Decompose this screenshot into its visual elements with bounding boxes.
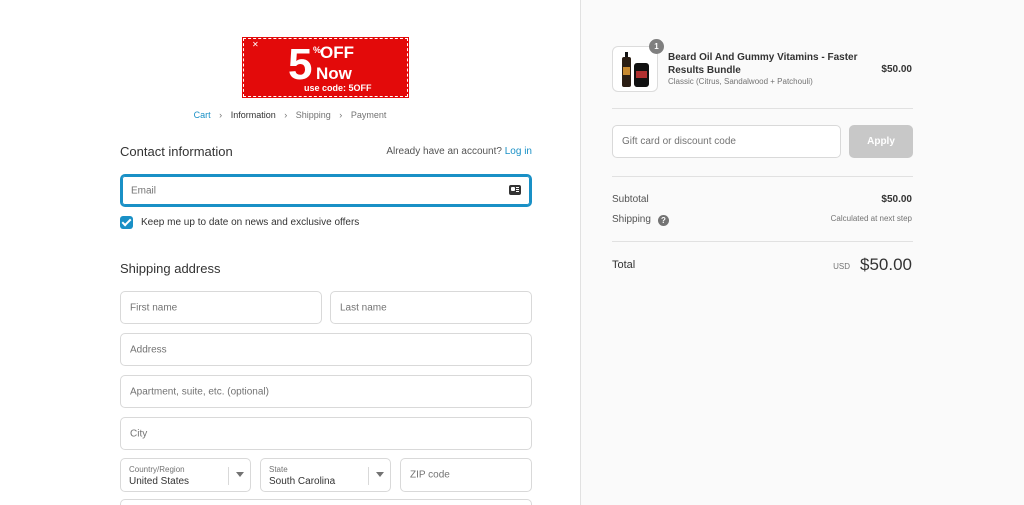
product-image — [612, 46, 658, 92]
city-field[interactable]: City — [120, 417, 532, 450]
breadcrumb-cart[interactable]: Cart — [194, 110, 211, 120]
zip-placeholder: ZIP code — [410, 469, 450, 481]
shipping-section-title: Shipping address — [120, 261, 221, 276]
apply-button[interactable]: Apply — [849, 125, 913, 158]
country-label: Country/Region — [129, 465, 185, 474]
checkout-main-panel: ✕ 5 % OFF Now use code: 5OFF Cart › Info… — [0, 0, 580, 505]
chevron-right-icon: › — [284, 110, 288, 120]
breadcrumb: Cart › Information › Shipping › Payment — [0, 110, 580, 120]
contact-section-title: Contact information — [120, 144, 233, 159]
product-variant: Classic (Citrus, Sandalwood + Patchouli) — [668, 77, 813, 86]
login-hint: Already have an account? Log in — [386, 146, 532, 157]
account-prompt: Already have an account? — [386, 146, 502, 157]
email-placeholder: Email — [131, 185, 157, 196]
login-link[interactable]: Log in — [505, 146, 532, 157]
breadcrumb-information: Information — [230, 110, 276, 120]
address-field[interactable]: Address — [120, 333, 532, 366]
divider — [612, 176, 913, 177]
phone-field[interactable] — [120, 499, 532, 505]
newsletter-label: Keep me up to date on news and exclusive… — [141, 217, 360, 228]
zip-field[interactable]: ZIP code — [400, 458, 532, 492]
last-name-field[interactable]: Last name — [330, 291, 532, 324]
total-amount: $50.00 — [860, 255, 912, 274]
vitamin-bottle-image — [634, 63, 649, 87]
email-field[interactable]: Email — [120, 174, 532, 207]
city-placeholder: City — [130, 428, 148, 439]
breadcrumb-shipping: Shipping — [295, 110, 331, 120]
subtotal-label: Subtotal — [612, 194, 649, 205]
currency-code: USD — [833, 262, 850, 271]
help-icon[interactable]: ? — [658, 215, 669, 226]
divider — [612, 108, 913, 109]
promo-code: use code: 5OFF — [304, 83, 372, 93]
apartment-field[interactable]: Apartment, suite, etc. (optional) — [120, 375, 532, 408]
country-value: United States — [129, 476, 190, 487]
discount-placeholder: Gift card or discount code — [622, 136, 736, 147]
promo-off: OFF — [320, 43, 354, 62]
sparkle-icon: ✕ — [252, 40, 259, 49]
promo-banner: ✕ 5 % OFF Now use code: 5OFF — [242, 37, 409, 98]
apartment-placeholder: Apartment, suite, etc. (optional) — [130, 386, 269, 397]
last-name-placeholder: Last name — [340, 302, 387, 313]
breadcrumb-payment: Payment — [350, 110, 387, 120]
country-select[interactable]: Country/Region United States — [120, 458, 251, 492]
product-price: $50.00 — [881, 64, 912, 75]
shipping-value: Calculated at next step — [830, 214, 912, 223]
address-placeholder: Address — [130, 344, 167, 355]
newsletter-checkbox[interactable] — [120, 216, 133, 229]
discount-code-field[interactable]: Gift card or discount code — [612, 125, 841, 158]
state-label: State — [269, 465, 288, 474]
divider — [612, 241, 913, 242]
chevron-right-icon: › — [219, 110, 223, 120]
first-name-placeholder: First name — [130, 302, 178, 313]
quantity-badge: 1 — [649, 39, 664, 54]
contact-card-icon — [509, 185, 521, 195]
chevron-down-icon — [228, 467, 250, 485]
chevron-right-icon: › — [339, 110, 343, 120]
chevron-down-icon — [368, 467, 390, 485]
total-label: Total — [612, 259, 636, 271]
state-select[interactable]: State South Carolina — [260, 458, 391, 492]
first-name-field[interactable]: First name — [120, 291, 322, 324]
product-name: Beard Oil And Gummy Vitamins - Faster Re… — [668, 52, 858, 76]
promo-number: 5 — [288, 40, 313, 89]
promo-now: Now — [316, 64, 352, 83]
shipping-label: Shipping — [612, 214, 651, 225]
order-summary-panel: 1 Beard Oil And Gummy Vitamins - Faster … — [580, 0, 1024, 505]
state-value: South Carolina — [269, 476, 336, 487]
subtotal-value: $50.00 — [881, 194, 912, 205]
beard-oil-bottle-image — [622, 52, 631, 87]
